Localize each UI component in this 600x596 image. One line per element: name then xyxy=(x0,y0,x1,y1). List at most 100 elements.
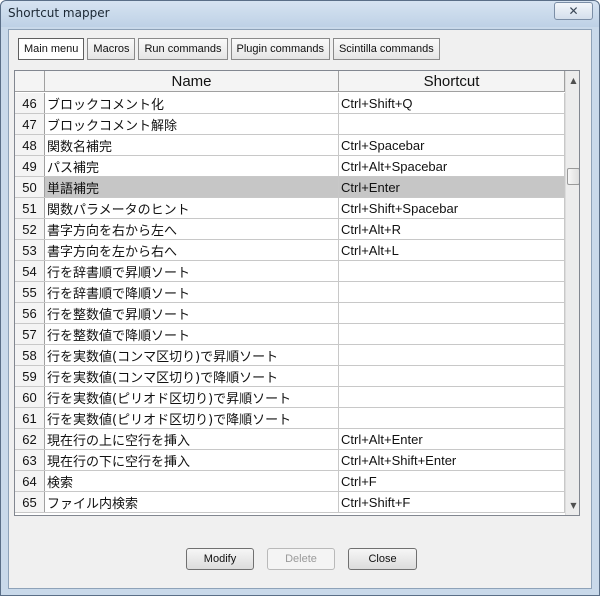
table-row[interactable]: 57 行を整数値で降順ソート xyxy=(15,324,565,345)
shortcut-cell[interactable]: Ctrl+Alt+L xyxy=(339,240,565,260)
shortcut-cell[interactable] xyxy=(339,345,565,365)
row-number-cell: 61 xyxy=(15,408,45,428)
row-number-cell: 65 xyxy=(15,492,45,512)
table-row[interactable]: 47 ブロックコメント解除 xyxy=(15,114,565,135)
dialog-client-area: Main menu Macros Run commands Plugin com… xyxy=(8,29,592,589)
command-name-cell[interactable]: ファイル内検索 xyxy=(45,492,339,512)
command-name-cell[interactable]: 単語補完 xyxy=(45,177,339,197)
table-row[interactable]: 65 ファイル内検索 Ctrl+Shift+F xyxy=(15,492,565,513)
close-icon: ✕ xyxy=(568,4,579,18)
row-number-cell: 60 xyxy=(15,387,45,407)
shortcut-cell[interactable] xyxy=(339,408,565,428)
command-name-cell[interactable]: 関数パラメータのヒント xyxy=(45,198,339,218)
command-name-cell[interactable]: 関数名補完 xyxy=(45,135,339,155)
shortcut-cell[interactable]: Ctrl+Spacebar xyxy=(339,135,565,155)
table-row[interactable]: 64 検索 Ctrl+F xyxy=(15,471,565,492)
shortcut-cell[interactable]: Ctrl+Alt+R xyxy=(339,219,565,239)
command-name-cell[interactable]: ブロックコメント化 xyxy=(45,93,339,113)
command-name-cell[interactable]: ブロックコメント解除 xyxy=(45,114,339,134)
table-row[interactable]: 58 行を実数値(コンマ区切り)で昇順ソート xyxy=(15,345,565,366)
command-name-cell[interactable]: 行を辞書順で昇順ソート xyxy=(45,261,339,281)
row-number-cell: 58 xyxy=(15,345,45,365)
tab-main-menu[interactable]: Main menu xyxy=(18,38,85,60)
command-name-cell[interactable]: 現在行の上に空行を挿入 xyxy=(45,429,339,449)
tab-macros[interactable]: Macros xyxy=(87,38,136,60)
row-number-cell: 50 xyxy=(15,177,45,197)
row-number-cell: 49 xyxy=(15,156,45,176)
command-name-cell[interactable]: 書字方向を右から左へ xyxy=(45,219,339,239)
shortcut-cell[interactable]: Ctrl+Alt+Enter xyxy=(339,429,565,449)
row-number-cell: 63 xyxy=(15,450,45,470)
command-name-cell[interactable]: 検索 xyxy=(45,471,339,491)
shortcut-cell[interactable] xyxy=(339,261,565,281)
row-number-cell: 55 xyxy=(15,282,45,302)
table-row[interactable]: 62 現在行の上に空行を挿入 Ctrl+Alt+Enter xyxy=(15,429,565,450)
shortcut-cell[interactable] xyxy=(339,324,565,344)
table-row[interactable]: 55 行を辞書順で降順ソート xyxy=(15,282,565,303)
table-row[interactable]: 49 パス補完 Ctrl+Alt+Spacebar xyxy=(15,156,565,177)
row-number-cell: 57 xyxy=(15,324,45,344)
row-number-cell: 52 xyxy=(15,219,45,239)
shortcut-cell[interactable]: Ctrl+Alt+Shift+Enter xyxy=(339,450,565,470)
row-number-cell: 46 xyxy=(15,93,45,113)
command-name-cell[interactable]: 行を実数値(ピリオド区切り)で昇順ソート xyxy=(45,387,339,407)
row-number-cell: 62 xyxy=(15,429,45,449)
table-row[interactable]: 51 関数パラメータのヒント Ctrl+Shift+Spacebar xyxy=(15,198,565,219)
shortcut-grid: Name Shortcut 46 ブロックコメント化 Ctrl+Shift+Q 47 ブ… xyxy=(14,70,580,516)
command-name-cell[interactable]: パス補完 xyxy=(45,156,339,176)
table-row[interactable]: 50 単語補完 Ctrl+Enter xyxy=(15,177,565,198)
shortcut-cell[interactable] xyxy=(339,387,565,407)
table-row[interactable]: 63 現在行の下に空行を挿入 Ctrl+Alt+Shift+Enter xyxy=(15,450,565,471)
vertical-scrollbar[interactable]: ▲ ▼ xyxy=(565,71,579,515)
row-number-header xyxy=(15,71,45,92)
shortcut-cell[interactable] xyxy=(339,366,565,386)
table-row[interactable]: 54 行を辞書順で昇順ソート xyxy=(15,261,565,282)
command-name-cell[interactable]: 行を実数値(コンマ区切り)で昇順ソート xyxy=(45,345,339,365)
command-name-cell[interactable]: 行を整数値で降順ソート xyxy=(45,324,339,344)
table-row[interactable]: 53 書字方向を左から右へ Ctrl+Alt+L xyxy=(15,240,565,261)
row-number-cell: 53 xyxy=(15,240,45,260)
row-number-cell: 56 xyxy=(15,303,45,323)
table-row[interactable]: 48 関数名補完 Ctrl+Spacebar xyxy=(15,135,565,156)
row-number-cell: 64 xyxy=(15,471,45,491)
row-number-cell: 48 xyxy=(15,135,45,155)
command-name-cell[interactable]: 行を辞書順で降順ソート xyxy=(45,282,339,302)
shortcut-column-header[interactable]: Shortcut xyxy=(339,71,565,92)
tab-run-commands[interactable]: Run commands xyxy=(138,38,228,60)
shortcut-cell[interactable]: Ctrl+F xyxy=(339,471,565,491)
tab-scintilla-commands[interactable]: Scintilla commands xyxy=(332,38,440,60)
row-number-cell: 59 xyxy=(15,366,45,386)
close-button[interactable]: Close xyxy=(348,548,417,570)
shortcut-cell[interactable]: Ctrl+Enter xyxy=(339,177,565,197)
command-name-cell[interactable]: 書字方向を左から右へ xyxy=(45,240,339,260)
table-row[interactable]: 52 書字方向を右から左へ Ctrl+Alt+R xyxy=(15,219,565,240)
table-row[interactable]: 61 行を実数値(ピリオド区切り)で降順ソート xyxy=(15,408,565,429)
scrollbar-thumb[interactable] xyxy=(567,168,579,185)
table-row[interactable]: 56 行を整数値で昇順ソート xyxy=(15,303,565,324)
delete-button[interactable]: Delete xyxy=(267,548,335,570)
grid-rows: 46 ブロックコメント化 Ctrl+Shift+Q 47 ブロックコメント解除 48 関数名… xyxy=(15,93,565,513)
table-row[interactable]: 59 行を実数値(コンマ区切り)で降順ソート xyxy=(15,366,565,387)
tab-plugin-commands[interactable]: Plugin commands xyxy=(230,38,330,60)
command-name-cell[interactable]: 現在行の下に空行を挿入 xyxy=(45,450,339,470)
window-close-button[interactable]: ✕ xyxy=(554,2,593,20)
command-name-cell[interactable]: 行を整数値で昇順ソート xyxy=(45,303,339,323)
modify-button[interactable]: Modify xyxy=(186,548,254,570)
window-title: Shortcut mapper xyxy=(8,6,110,20)
shortcut-cell[interactable]: Ctrl+Shift+Spacebar xyxy=(339,198,565,218)
name-column-header[interactable]: Name xyxy=(45,71,339,92)
shortcut-cell[interactable]: Ctrl+Shift+Q xyxy=(339,93,565,113)
scroll-down-arrow-icon[interactable]: ▼ xyxy=(566,498,579,513)
row-number-cell: 47 xyxy=(15,114,45,134)
scroll-up-arrow-icon[interactable]: ▲ xyxy=(566,73,579,88)
shortcut-mapper-window: Shortcut mapper ✕ Main menu Macros Run c… xyxy=(0,0,600,596)
table-row[interactable]: 60 行を実数値(ピリオド区切り)で昇順ソート xyxy=(15,387,565,408)
shortcut-cell[interactable]: Ctrl+Alt+Spacebar xyxy=(339,156,565,176)
shortcut-cell[interactable] xyxy=(339,114,565,134)
shortcut-cell[interactable]: Ctrl+Shift+F xyxy=(339,492,565,512)
shortcut-cell[interactable] xyxy=(339,303,565,323)
command-name-cell[interactable]: 行を実数値(コンマ区切り)で降順ソート xyxy=(45,366,339,386)
command-name-cell[interactable]: 行を実数値(ピリオド区切り)で降順ソート xyxy=(45,408,339,428)
shortcut-cell[interactable] xyxy=(339,282,565,302)
table-row[interactable]: 46 ブロックコメント化 Ctrl+Shift+Q xyxy=(15,93,565,114)
